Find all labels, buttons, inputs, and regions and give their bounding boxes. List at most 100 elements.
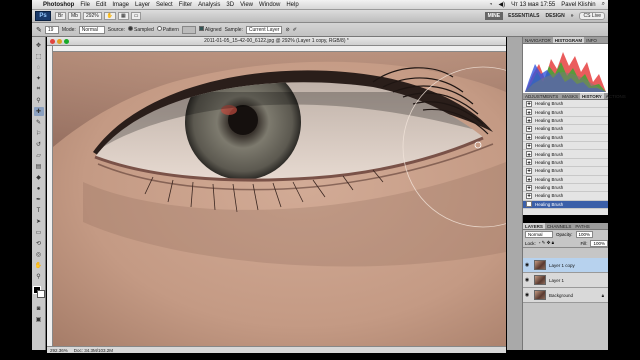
user-name[interactable]: Pavel Klishin	[558, 2, 598, 8]
tab-layers[interactable]: LAYERS	[523, 223, 545, 229]
eraser-tool-icon[interactable]: ▱	[34, 151, 44, 160]
blend-mode-select[interactable]: Normal	[525, 231, 553, 238]
menu-analysis[interactable]: Analysis	[195, 2, 223, 8]
history-item[interactable]: ✚ Healing Brush	[523, 116, 608, 126]
cs-live-button[interactable]: CS Live	[579, 12, 605, 20]
dodge-tool-icon[interactable]: ●	[34, 184, 44, 193]
wifi-icon[interactable]: ◔	[486, 2, 496, 8]
hand-tool-icon[interactable]: ✋	[103, 12, 116, 20]
screen-mode-icon[interactable]: ▭	[130, 12, 142, 20]
layer-row[interactable]: ◉ Layer 1	[523, 273, 608, 288]
history-item[interactable]: ✚ Healing Brush	[523, 158, 608, 168]
clone-stamp-tool-icon[interactable]: ⚐	[34, 129, 44, 138]
history-item[interactable]: ✚ Healing Brush	[523, 150, 608, 159]
lasso-tool-icon[interactable]: ◌	[34, 63, 44, 72]
brush-size-picker[interactable]: 19	[44, 25, 59, 34]
menu-filter[interactable]: Filter	[176, 2, 195, 8]
brush-tool-icon[interactable]: ✎	[34, 118, 44, 127]
type-tool-icon[interactable]: T	[34, 206, 44, 215]
history-brush-tool-icon[interactable]: ↺	[34, 140, 44, 149]
mode-select[interactable]: Normal	[78, 25, 105, 34]
ignore-adjustment-layers-icon[interactable]: ⊘	[285, 27, 289, 33]
history-item[interactable]: ✚ Healing Brush	[523, 200, 608, 210]
menu-image[interactable]: Image	[109, 2, 132, 8]
quick-select-tool-icon[interactable]: ✦	[34, 74, 44, 83]
history-item[interactable]: ✚ Healing Brush	[523, 100, 608, 109]
status-doc-size[interactable]: Doc: 34.3M/103.2M	[74, 348, 113, 353]
pen-tool-icon[interactable]: ✒	[34, 195, 44, 204]
workspace-essentials[interactable]: ESSENTIALS	[505, 13, 542, 19]
volume-icon[interactable]: ◀)	[495, 1, 508, 8]
pressure-size-icon[interactable]: ✐	[293, 27, 297, 33]
healing-brush-tool-icon[interactable]: ✚	[33, 107, 44, 116]
document-titlebar[interactable]: 2011-01-05_15-42-00_6122.jpg @ 292% (Lay…	[47, 37, 506, 46]
clock[interactable]: Чт 13 мая 17:55	[508, 2, 558, 8]
bridge-button[interactable]: Br	[55, 12, 66, 20]
history-item[interactable]: ✚ Healing Brush	[523, 133, 608, 142]
menu-view[interactable]: View	[237, 2, 256, 8]
tab-info[interactable]: INFO	[584, 37, 599, 43]
menu-help[interactable]: Help	[283, 2, 301, 8]
quick-mask-icon[interactable]: ◙	[34, 304, 44, 313]
history-item[interactable]: ✚ Healing Brush	[523, 141, 608, 151]
mini-bridge-button[interactable]: Mb	[68, 12, 81, 20]
history-item[interactable]: ✚ Healing Brush	[523, 108, 608, 117]
menu-3d[interactable]: 3D	[223, 2, 237, 8]
layer-row[interactable]: ◉ Background 🔒︎	[523, 288, 608, 303]
visibility-eye-icon[interactable]: ◉	[523, 277, 531, 283]
arrange-documents-icon[interactable]: ▦	[117, 12, 129, 20]
aligned-checkbox[interactable]: Aligned	[198, 26, 222, 33]
eyedropper-tool-icon[interactable]: ⚲	[34, 96, 44, 105]
source-sampled-radio[interactable]: Sampled	[128, 26, 154, 33]
menu-file[interactable]: File	[77, 2, 93, 8]
workspace-mine[interactable]: MINE	[484, 12, 504, 20]
hand-tool-icon[interactable]: ✋	[34, 261, 44, 270]
menu-app-name[interactable]: Photoshop	[40, 2, 77, 8]
zoom-tool-icon[interactable]: ⚲	[34, 272, 44, 281]
status-zoom[interactable]: 292.36%	[50, 348, 68, 353]
history-item[interactable]: ✚ Healing Brush	[523, 175, 608, 184]
visibility-eye-icon[interactable]: ◉	[523, 262, 531, 268]
visibility-eye-icon[interactable]: ◉	[523, 292, 531, 298]
workspace-more[interactable]: »	[568, 13, 577, 19]
screen-mode-icon[interactable]: ▣	[34, 315, 44, 324]
tab-navigator[interactable]: NAVIGATOR	[523, 37, 553, 43]
shape-tool-icon[interactable]: ▭	[34, 228, 44, 237]
layer-row[interactable]: ◉ Layer 1 copy	[523, 258, 608, 273]
fill-input[interactable]: 100%	[590, 239, 608, 247]
close-icon[interactable]	[50, 38, 55, 44]
path-select-tool-icon[interactable]: ➤	[34, 217, 44, 226]
image-canvas[interactable]	[53, 52, 506, 346]
gradient-tool-icon[interactable]: ▤	[34, 162, 44, 171]
tab-history[interactable]: HISTORY	[580, 93, 604, 99]
tab-channels[interactable]: CHANNELS	[545, 223, 574, 229]
menu-edit[interactable]: Edit	[93, 2, 109, 8]
crop-tool-icon[interactable]: ⌗	[34, 85, 44, 94]
lock-icons[interactable]: ▫ ✎ ✥ 🔒︎	[539, 240, 554, 246]
history-item[interactable]: ✚ Healing Brush	[523, 192, 608, 201]
spotlight-icon[interactable]: ⌕	[599, 1, 608, 8]
pattern-picker[interactable]	[181, 25, 196, 34]
history-item[interactable]: ✚ Healing Brush	[523, 183, 608, 193]
menu-select[interactable]: Select	[153, 2, 176, 8]
opacity-input[interactable]: 100%	[575, 231, 594, 238]
sample-select[interactable]: Current Layer	[245, 25, 283, 34]
workspace-design[interactable]: DESIGN	[543, 13, 568, 19]
tab-adjustments[interactable]: ADJUSTMENTS	[523, 93, 560, 99]
tab-actions[interactable]: ACTIONS	[604, 93, 628, 99]
background-color[interactable]	[36, 290, 45, 298]
3d-rotate-tool-icon[interactable]: ⟲	[34, 239, 44, 248]
tab-histogram[interactable]: HISTOGRAM	[552, 37, 585, 43]
color-swatches[interactable]	[32, 286, 45, 298]
zoom-window-icon[interactable]	[64, 38, 69, 44]
marquee-tool-icon[interactable]: ⬚	[34, 52, 44, 61]
tab-masks[interactable]: MASKS	[560, 93, 580, 99]
move-tool-icon[interactable]: ✥	[34, 41, 44, 50]
zoom-select[interactable]: 292%	[82, 12, 102, 20]
menu-layer[interactable]: Layer	[132, 2, 153, 8]
history-item[interactable]: ✚ Healing Brush	[523, 125, 608, 134]
blur-tool-icon[interactable]: ◆	[34, 173, 44, 182]
minimize-icon[interactable]	[57, 38, 62, 44]
3d-orbit-tool-icon[interactable]: ◎	[34, 250, 44, 259]
history-item[interactable]: ✚ Healing Brush	[523, 167, 608, 176]
